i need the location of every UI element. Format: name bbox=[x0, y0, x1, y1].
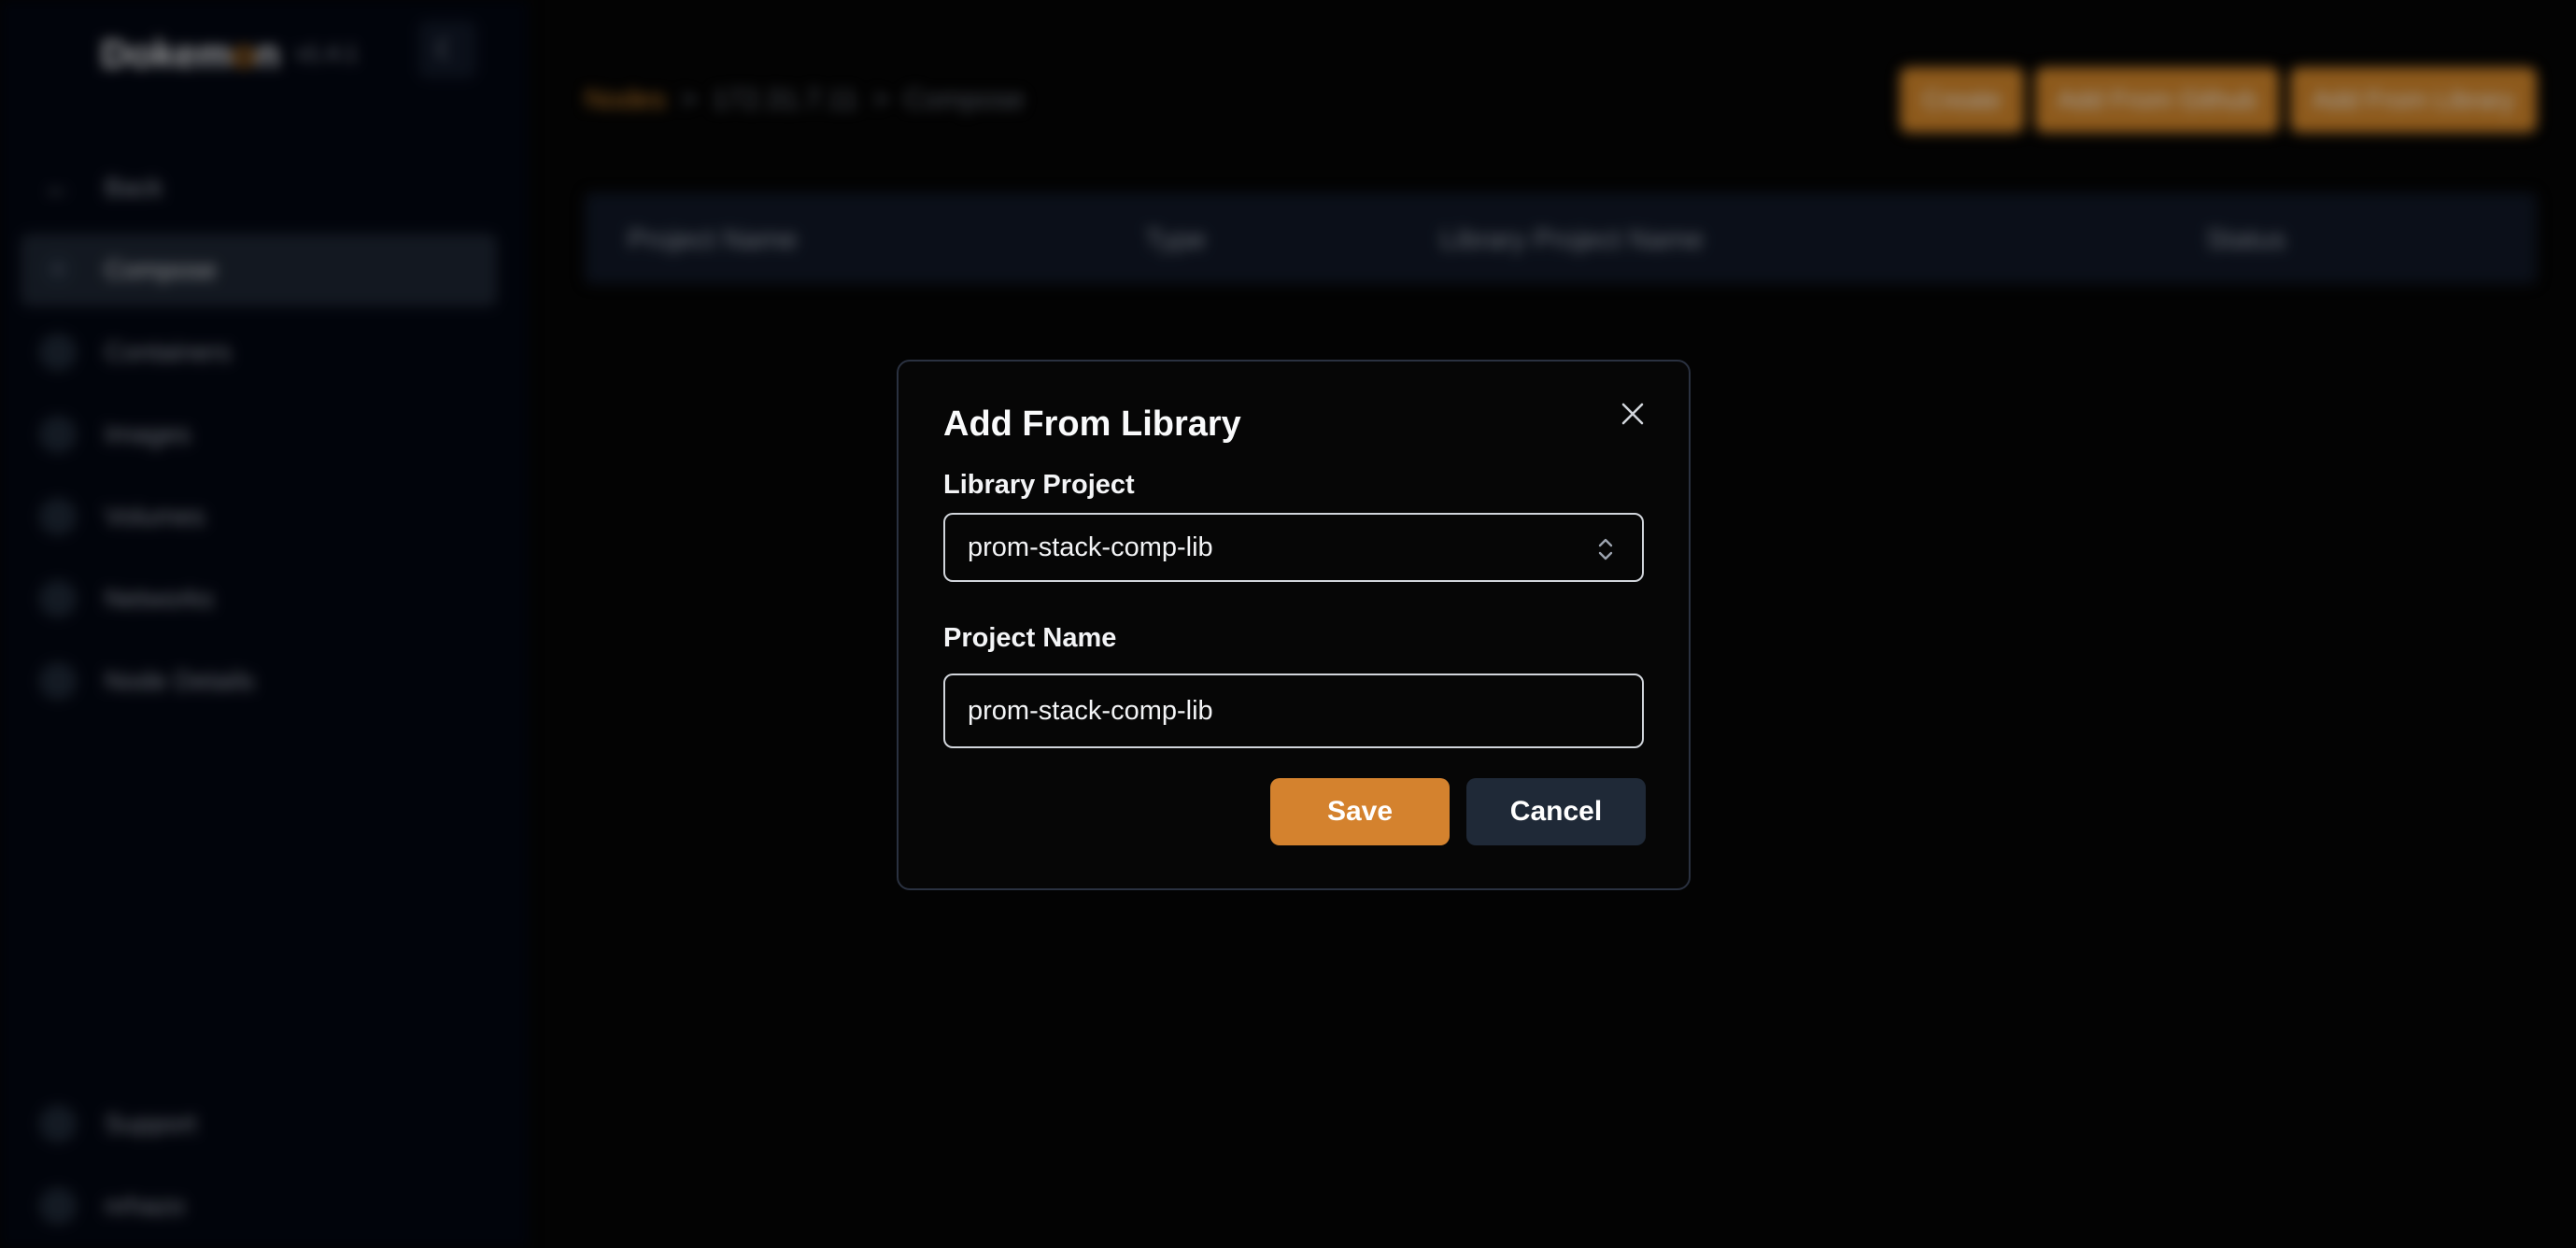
dialog-title: Add From Library bbox=[943, 404, 1241, 444]
chevron-up-down-icon bbox=[1598, 538, 1613, 560]
cancel-button[interactable]: Cancel bbox=[1466, 778, 1646, 845]
project-name-label: Project Name bbox=[943, 623, 1117, 653]
close-icon bbox=[1621, 403, 1644, 425]
library-project-value: prom-stack-comp-lib bbox=[968, 532, 1213, 562]
save-button[interactable]: Save bbox=[1270, 778, 1450, 845]
library-project-label: Library Project bbox=[943, 470, 1135, 500]
add-from-library-dialog: Add From Library Library Project prom-st… bbox=[897, 360, 1691, 890]
close-button[interactable] bbox=[1612, 393, 1653, 434]
project-name-input[interactable] bbox=[943, 674, 1644, 748]
library-project-select[interactable]: prom-stack-comp-lib bbox=[943, 513, 1644, 582]
